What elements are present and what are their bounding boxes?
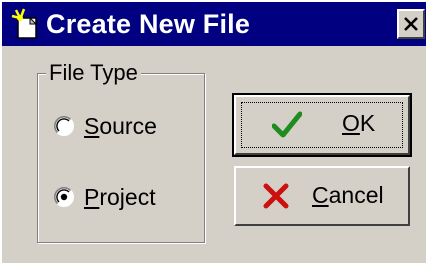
file-type-label: File Type [46,60,141,86]
ok-label: OK [342,110,376,136]
close-button[interactable] [397,9,425,39]
radio-button-unselected-icon[interactable] [54,116,74,136]
close-icon [404,17,418,31]
checkmark-icon [272,111,302,138]
sparkle-new-file-icon [11,8,38,39]
create-new-file-dialog: Create New File File Type Source Project [0,0,426,263]
cancel-button[interactable]: Cancel [234,166,410,226]
ok-button[interactable]: OK [232,93,412,157]
radio-project-label[interactable]: Project [84,184,156,211]
window-title: Create New File [46,9,251,39]
ok-focus-rect [241,102,403,148]
cancel-label: Cancel [312,182,384,208]
radio-project[interactable]: Project [54,182,156,212]
title-bar[interactable]: Create New File [2,2,426,46]
file-type-groupbox [37,73,205,243]
radio-button-selected-icon[interactable] [54,187,74,207]
radio-source[interactable]: Source [54,111,157,141]
x-mark-icon [263,183,289,209]
radio-source-label[interactable]: Source [84,113,157,140]
